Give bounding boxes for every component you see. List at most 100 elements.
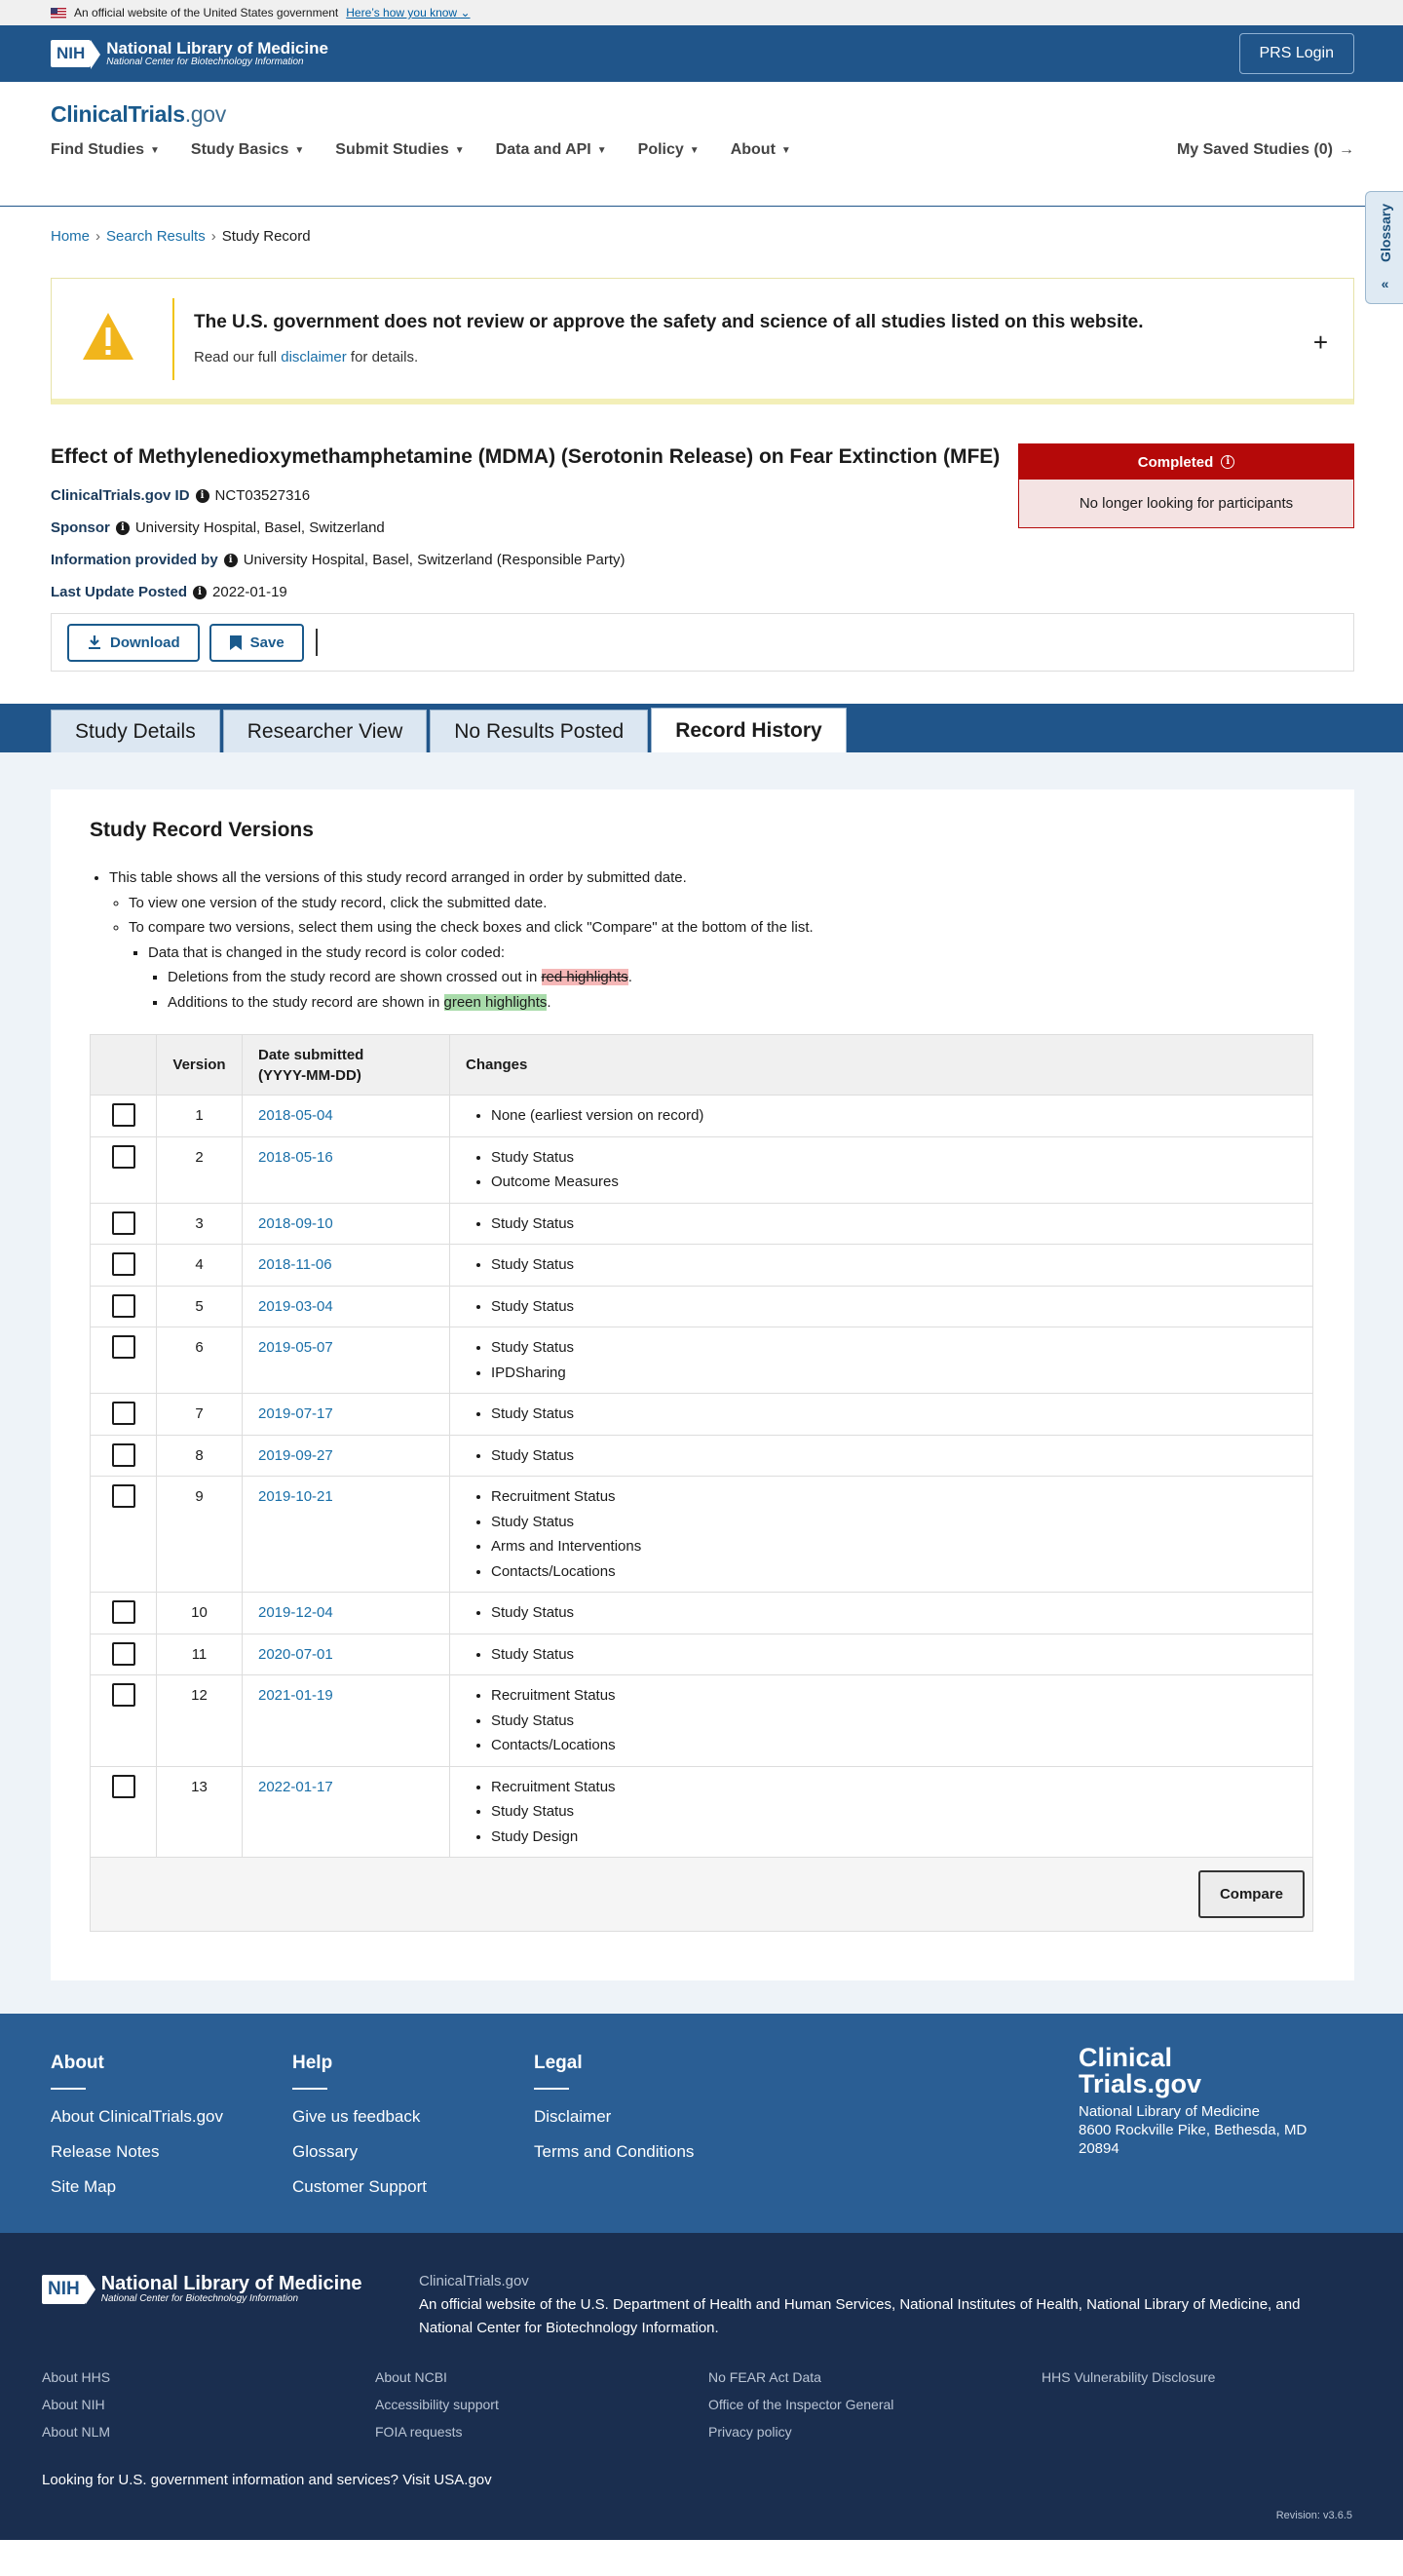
footer-link[interactable]: Customer Support: [292, 2177, 427, 2197]
col-changes: Changes: [449, 1034, 1313, 1096]
version-date-link[interactable]: 2018-05-16: [258, 1149, 333, 1166]
footer-link[interactable]: Accessibility support: [375, 2397, 499, 2412]
version-date-link[interactable]: 2019-03-04: [258, 1298, 333, 1315]
version-date-link[interactable]: 2019-12-04: [258, 1604, 333, 1621]
nav-about[interactable]: About ▼: [731, 141, 791, 159]
expand-plus-icon[interactable]: +: [1313, 327, 1328, 358]
footer-link[interactable]: Privacy policy: [708, 2424, 893, 2440]
last-update: 2022-01-19: [212, 584, 287, 601]
table-row: 4 2018-11-06 Study Status: [90, 1244, 1313, 1287]
tab-record-history[interactable]: Record History: [651, 708, 847, 752]
nav-study-basics[interactable]: Study Basics ▼: [191, 141, 304, 159]
footer-link[interactable]: About HHS: [42, 2369, 110, 2385]
footer-link[interactable]: National Library of Medicine: [1086, 2296, 1268, 2313]
my-saved-studies-link[interactable]: My Saved Studies (0) →: [1177, 141, 1354, 159]
save-button[interactable]: Save: [209, 623, 304, 662]
footer-link[interactable]: HHS Vulnerability Disclosure: [1042, 2369, 1215, 2385]
version-date-link[interactable]: 2019-10-21: [258, 1488, 333, 1505]
version-date-link[interactable]: 2018-05-04: [258, 1107, 333, 1124]
footer-bottom: NIH National Library of Medicine Nationa…: [0, 2233, 1403, 2540]
study-tabs: Study Details Researcher View No Results…: [0, 704, 1403, 752]
footer-link[interactable]: Give us feedback: [292, 2107, 427, 2127]
version-checkbox[interactable]: [111, 1600, 135, 1624]
info-provided: University Hospital, Basel, Switzerland …: [243, 552, 626, 569]
breadcrumb-current: Study Record: [221, 228, 311, 245]
footer-link[interactable]: Office of the Inspector General: [708, 2397, 893, 2412]
footer-link[interactable]: About NCBI: [375, 2369, 499, 2385]
footer-link[interactable]: No FEAR Act Data: [708, 2369, 893, 2385]
version-date-link[interactable]: 2019-05-07: [258, 1339, 333, 1356]
disclaimer-link[interactable]: disclaimer: [281, 349, 347, 365]
tab-study-details[interactable]: Study Details: [51, 710, 220, 752]
version-checkbox[interactable]: [111, 1211, 135, 1235]
footer-link[interactable]: Site Map: [51, 2177, 223, 2197]
version-checkbox[interactable]: [111, 1335, 135, 1359]
version-checkbox[interactable]: [111, 1402, 135, 1425]
version-date-link[interactable]: 2021-01-19: [258, 1687, 333, 1704]
footer-link[interactable]: Disclaimer: [534, 2107, 694, 2127]
footer-about: About About ClinicalTrials.gov Release N…: [51, 2053, 223, 2197]
footer-link[interactable]: National Institutes of Health: [899, 2296, 1078, 2313]
version-checkbox[interactable]: [111, 1484, 135, 1508]
compare-button[interactable]: Compare: [1197, 1869, 1305, 1919]
table-row: 5 2019-03-04 Study Status: [90, 1285, 1313, 1327]
version-date-link[interactable]: 2020-07-01: [258, 1646, 333, 1663]
footer-link[interactable]: Terms and Conditions: [534, 2142, 694, 2162]
version-date-link[interactable]: 2018-09-10: [258, 1215, 333, 1232]
version-date-link[interactable]: 2019-07-17: [258, 1405, 333, 1422]
version-checkbox[interactable]: [111, 1103, 135, 1127]
glossary-tab[interactable]: Glossary «: [1365, 191, 1403, 304]
clinicaltrials-logo[interactable]: ClinicalTrials.gov: [51, 82, 1354, 128]
footer-link[interactable]: About NLM: [42, 2424, 110, 2440]
info-icon[interactable]: i: [1221, 455, 1235, 469]
disclaimer-text: Read our full disclaimer for details.: [194, 349, 419, 365]
table-row: 10 2019-12-04 Study Status: [90, 1592, 1313, 1634]
breadcrumb-home[interactable]: Home: [51, 228, 90, 245]
version-date-link[interactable]: 2019-09-27: [258, 1447, 333, 1464]
heres-how-you-know-link[interactable]: Here’s how you know ⌄: [346, 6, 470, 19]
change-item: Study Status: [491, 1443, 1297, 1469]
breadcrumb-search-results[interactable]: Search Results: [106, 228, 206, 245]
nav-policy[interactable]: Policy ▼: [638, 141, 700, 159]
nav-data-and-api[interactable]: Data and API ▼: [496, 141, 607, 159]
tab-researcher-view[interactable]: Researcher View: [222, 710, 428, 752]
version-checkbox[interactable]: [111, 1293, 135, 1318]
version-checkbox[interactable]: [111, 1252, 135, 1276]
version-number: 7: [156, 1393, 243, 1436]
info-icon[interactable]: i: [223, 553, 238, 567]
info-icon[interactable]: i: [115, 520, 130, 535]
version-date-link[interactable]: 2022-01-17: [258, 1779, 333, 1795]
change-item: Study Status: [491, 1335, 1297, 1361]
version-date-link[interactable]: 2018-11-06: [258, 1256, 332, 1273]
nav-find-studies[interactable]: Find Studies ▼: [51, 141, 160, 159]
visit-usa-gov-link[interactable]: Visit USA.gov: [402, 2472, 491, 2488]
footer-top: About About ClinicalTrials.gov Release N…: [0, 2014, 1403, 2233]
footer-link[interactable]: About ClinicalTrials.gov: [51, 2107, 223, 2127]
version-number: 9: [156, 1476, 243, 1593]
download-button[interactable]: Download: [67, 623, 200, 662]
footer-link[interactable]: National Center for Biotechnology Inform…: [419, 2320, 715, 2336]
version-checkbox[interactable]: [111, 1144, 135, 1169]
footer-logo[interactable]: Clinical Trials.gov: [1079, 2045, 1307, 2097]
info-icon[interactable]: i: [195, 488, 209, 503]
version-checkbox[interactable]: [111, 1683, 135, 1707]
nih-logo[interactable]: NIH National Library of Medicine Nationa…: [51, 39, 328, 69]
footer-link[interactable]: U.S. Department of Health and Human Serv…: [581, 2296, 891, 2313]
info-provided-row: Information provided by i University Hospi…: [51, 552, 626, 569]
info-icon[interactable]: i: [193, 585, 208, 599]
prs-login-button[interactable]: PRS Login: [1238, 33, 1354, 74]
version-checkbox[interactable]: [111, 1774, 135, 1798]
table-row: 12 2021-01-19 Recruitment StatusStudy Stat…: [90, 1674, 1313, 1767]
version-checkbox[interactable]: [111, 1641, 135, 1666]
footer-link[interactable]: FOIA requests: [375, 2424, 499, 2440]
footer-link[interactable]: Glossary: [292, 2142, 427, 2162]
change-item: Outcome Measures: [491, 1170, 1297, 1195]
nav-submit-studies[interactable]: Submit Studies ▼: [335, 141, 464, 159]
disclaimer-title: The U.S. government does not review or a…: [194, 312, 1144, 332]
version-checkbox[interactable]: [111, 1442, 135, 1467]
footer-link[interactable]: About NIH: [42, 2397, 110, 2412]
tab-no-results-posted[interactable]: No Results Posted: [430, 710, 649, 752]
footer-link[interactable]: Release Notes: [51, 2142, 223, 2162]
version-number: 2: [156, 1135, 243, 1204]
nlm-footer-logo[interactable]: NIH National Library of Medicine Nationa…: [42, 2274, 362, 2305]
